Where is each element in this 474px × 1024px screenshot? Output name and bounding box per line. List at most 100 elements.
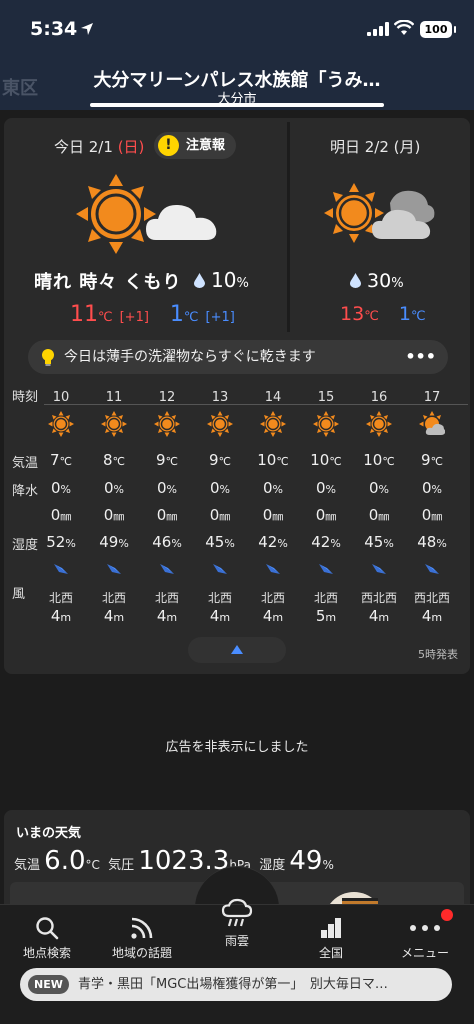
hour-precip-chance: 0% — [210, 479, 230, 497]
tomorrow-rain-chance: 30% — [350, 270, 404, 292]
tab-nationwide[interactable]: 全国 — [291, 916, 371, 961]
news-ticker[interactable]: NEW 青学・黒田「MGC出場権獲得が第一」 別大毎日マ… — [20, 968, 452, 1001]
wind-arrow-icon — [141, 561, 193, 580]
today-temperatures: 11℃ [+1] 1℃ [+1] — [70, 302, 235, 327]
hour-humidity: 52% — [46, 533, 76, 551]
hour-precip-mm: 0㎜ — [262, 506, 284, 524]
battery-indicator: 100 — [420, 21, 456, 38]
more-icon[interactable]: ••• — [405, 340, 436, 374]
today-rain-chance: 10% — [194, 268, 249, 292]
hour-humidity: 49% — [99, 533, 129, 551]
wind-arrow-icon — [88, 561, 140, 580]
wifi-icon — [394, 20, 414, 35]
notification-badge — [441, 909, 453, 921]
wind-arrow-icon — [35, 561, 87, 580]
news-headline: 青学・黒田「MGC出場権獲得が第一」 別大毎日マ… — [78, 977, 388, 992]
issued-time: 5時発表 — [418, 648, 458, 661]
wind-arrow-icon — [300, 561, 352, 580]
tip-text: 今日は薄手の洗濯物ならすぐに乾きます — [64, 349, 316, 365]
tomorrow-date: 明日 2/2 (月) — [330, 138, 421, 156]
hour-precip-mm: 0㎜ — [50, 506, 72, 524]
top-bar: 5:34 100 東区 大分マリーンパレス水族館「うみ… 大分市 — [0, 0, 474, 110]
hour-precip-mm: 0㎜ — [103, 506, 125, 524]
hour-wind-direction: 北西 — [313, 591, 338, 605]
tomorrow-temperatures: 13℃ 1℃ — [340, 303, 426, 325]
rain-cloud-icon — [221, 898, 253, 927]
collapse-button[interactable] — [188, 637, 286, 663]
wind-row-label: 風 — [12, 587, 26, 602]
hour-humidity: 48% — [417, 533, 447, 551]
tab-menu[interactable]: メニュー — [385, 916, 465, 961]
sun-icon — [35, 411, 87, 441]
hour-precip-chance: 0% — [369, 479, 389, 497]
hour-temp: 8℃ — [103, 451, 125, 469]
hour-humidity: 45% — [364, 533, 394, 551]
wind-arrow-icon — [353, 561, 405, 580]
hour-wind-direction: 北西 — [101, 591, 126, 605]
hour-temp: 10℃ — [257, 451, 289, 469]
raindrop-icon — [350, 273, 361, 288]
hour-precip-chance: 0% — [51, 479, 71, 497]
hour-precip-chance: 0% — [263, 479, 283, 497]
sun-icon — [88, 411, 140, 441]
hour-label: 12 — [158, 390, 176, 405]
hour-wind-direction: 西北西 — [360, 591, 397, 605]
current-humidity: 49 — [289, 846, 323, 876]
ad-hidden-note: 広告を非表示にしました — [165, 740, 309, 755]
today-date: 今日 2/1 (日) — [54, 138, 145, 156]
new-badge: NEW — [28, 975, 69, 994]
hour-wind-speed: 4m — [103, 607, 125, 625]
today-high: 11℃ [+1] — [70, 302, 149, 327]
status-time: 5:34 — [30, 18, 78, 40]
hour-label: 11 — [105, 390, 123, 405]
today-weather-text: 晴れ 時々 くもり — [34, 272, 182, 293]
current-weather-values: 気温 6.0°C 気圧 1023.3hPa 湿度 49% — [14, 846, 334, 876]
hour-wind-speed: 4m — [421, 607, 443, 625]
hour-precip-mm: 0㎜ — [315, 506, 337, 524]
wind-arrow-icon — [406, 561, 458, 580]
hour-label: 10 — [52, 390, 70, 405]
hour-temp: 10℃ — [363, 451, 395, 469]
wind-arrow-icon — [194, 561, 246, 580]
hour-precip-mm: 0㎜ — [209, 506, 231, 524]
sun-icon — [194, 411, 246, 441]
hour-precip-chance: 0% — [316, 479, 336, 497]
signal-icon — [367, 22, 389, 36]
chart-icon — [321, 918, 341, 938]
day-divider — [287, 122, 290, 332]
hour-label: 13 — [211, 390, 229, 405]
current-temp: 6.0 — [44, 846, 86, 876]
hour-wind-direction: 西北西 — [413, 591, 450, 605]
hour-label: 15 — [317, 390, 335, 405]
search-icon — [36, 917, 59, 940]
forecast-panel: 今日 2/1 (日) ! 注意報 明日 2/2 (月) 晴れ 時々 くもり 10… — [4, 118, 470, 674]
hour-wind-speed: 5m — [315, 607, 337, 625]
hour-wind-direction: 北西 — [260, 591, 285, 605]
tomorrow-high: 13℃ — [340, 303, 379, 325]
location-arrow-icon — [81, 23, 93, 35]
raindrop-icon — [194, 273, 205, 288]
tab-rain-radar[interactable]: 雨雲 — [197, 898, 277, 949]
sun-icon — [300, 411, 352, 441]
sun-icon — [141, 411, 193, 441]
sun-cloud-icon — [324, 183, 435, 243]
hour-precip-chance: 0% — [104, 479, 124, 497]
warning-badge[interactable]: ! 注意報 — [154, 132, 236, 159]
tab-local-topics[interactable]: 地域の話題 — [102, 916, 182, 961]
hour-precip-mm: 0㎜ — [421, 506, 443, 524]
today-low: 1℃ [+1] — [169, 302, 235, 327]
hour-wind-speed: 4m — [262, 607, 284, 625]
hour-temp: 9℃ — [421, 451, 443, 469]
hour-wind-speed: 4m — [209, 607, 231, 625]
laundry-tip[interactable]: 今日は薄手の洗濯物ならすぐに乾きます ••• — [28, 340, 448, 374]
current-weather-title: いまの天気 — [16, 826, 82, 841]
hour-temp: 9℃ — [209, 451, 231, 469]
hour-temp: 10℃ — [310, 451, 342, 469]
hour-wind-direction: 北西 — [48, 591, 73, 605]
tab-search[interactable]: 地点検索 — [7, 916, 87, 961]
hour-temp: 9℃ — [156, 451, 178, 469]
rss-icon — [131, 917, 153, 939]
today-weekday: (日) — [117, 138, 145, 156]
hour-humidity: 42% — [311, 533, 341, 551]
location-underline — [90, 103, 384, 107]
